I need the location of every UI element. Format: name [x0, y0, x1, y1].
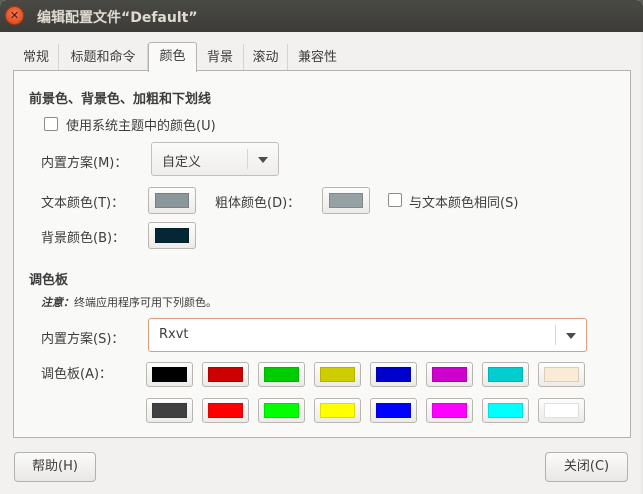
palette-label: 调色板(A)： [41, 367, 113, 382]
tab-scrolling[interactable]: 滚动 [244, 44, 288, 71]
palette-color-button-2-3[interactable] [258, 398, 305, 423]
palette-color-button-2-8[interactable] [538, 398, 585, 423]
palette-color-swatch [264, 403, 299, 418]
palette-color-button-2-5[interactable] [370, 398, 417, 423]
palette-color-swatch [208, 403, 243, 418]
palette-color-button-1-6[interactable] [426, 362, 473, 387]
palette-color-swatch [152, 367, 187, 382]
text-color-button[interactable] [148, 187, 196, 214]
palette-color-button-1-5[interactable] [370, 362, 417, 387]
palette-color-button-2-2[interactable] [202, 398, 249, 423]
window-title: 编辑配置文件“Default” [37, 10, 198, 26]
palette-color-button-1-1[interactable] [146, 362, 193, 387]
tab-colors[interactable]: 颜色 [148, 42, 197, 72]
palette-color-swatch [264, 367, 299, 382]
profile-preferences-dialog: ✕ 编辑配置文件“Default” 常规 标题和命令 颜色 背景 滚动 兼容性 … [0, 0, 643, 494]
palette-color-swatch [488, 367, 523, 382]
palette-color-swatch [320, 367, 355, 382]
tab-general[interactable]: 常规 [14, 44, 59, 71]
palette-color-button-2-7[interactable] [482, 398, 529, 423]
tab-title-and-command[interactable]: 标题和命令 [59, 44, 148, 71]
dropdown-arrow-icon [566, 333, 576, 339]
bg-color-swatch [155, 228, 189, 243]
palette-scheme-combo[interactable]: Rxvt [148, 318, 587, 352]
palette-color-swatch [320, 403, 355, 418]
bg-color-label: 背景颜色(B)： [41, 231, 126, 246]
palette-note-text: 终端应用程序可用下列颜色。 [74, 296, 217, 309]
tab-background[interactable]: 背景 [197, 44, 244, 71]
palette-note-prefix: 注意： [41, 296, 74, 309]
palette-note: 注意：终端应用程序可用下列颜色。 [41, 294, 217, 310]
text-color-label: 文本颜色(T)： [41, 196, 125, 211]
palette-color-button-2-1[interactable] [146, 398, 193, 423]
close-button[interactable]: 关闭(C) [545, 452, 628, 482]
palette-color-button-1-4[interactable] [314, 362, 361, 387]
bold-color-swatch [329, 193, 363, 208]
dropdown-arrow-icon [258, 157, 268, 163]
palette-color-swatch [544, 367, 579, 382]
combo-separator [247, 149, 248, 169]
text-color-swatch [155, 193, 189, 208]
bold-color-button[interactable] [322, 187, 370, 214]
palette-color-swatch [544, 403, 579, 418]
palette-color-button-2-6[interactable] [426, 398, 473, 423]
title-bar: ✕ 编辑配置文件“Default” [0, 0, 643, 32]
builtin-scheme-value: 自定义 [162, 155, 202, 170]
fg-bg-section-heading: 前景色、背景色、加粗和下划线 [29, 92, 212, 107]
help-button[interactable]: 帮助(H) [14, 452, 96, 482]
palette-color-swatch [432, 367, 467, 382]
same-as-text-label: 与文本颜色相同(S) [409, 196, 519, 211]
same-as-text-checkbox[interactable] [388, 193, 402, 207]
palette-color-button-1-7[interactable] [482, 362, 529, 387]
bg-color-button[interactable] [148, 222, 196, 249]
palette-color-swatch [152, 403, 187, 418]
combo-separator [555, 325, 556, 345]
tab-compatibility[interactable]: 兼容性 [288, 44, 347, 71]
palette-color-swatch [208, 367, 243, 382]
palette-color-swatch [376, 367, 411, 382]
colors-panel: 前景色、背景色、加粗和下划线 使用系统主题中的颜色(U) 内置方案(M)： 自定… [13, 70, 631, 438]
bold-color-label: 粗体颜色(D)： [215, 196, 301, 211]
window-close-button[interactable]: ✕ [5, 6, 24, 25]
use-system-theme-label: 使用系统主题中的颜色(U) [66, 119, 216, 134]
palette-color-swatch [432, 403, 467, 418]
use-system-theme-checkbox[interactable] [44, 117, 58, 131]
builtin-scheme-label: 内置方案(M)： [41, 156, 128, 171]
builtin-scheme-combo[interactable]: 自定义 [151, 142, 279, 176]
palette-color-button-1-8[interactable] [538, 362, 585, 387]
palette-color-swatch [488, 403, 523, 418]
palette-section-heading: 调色板 [29, 273, 69, 288]
palette-scheme-value: Rxvt [159, 327, 189, 342]
palette-color-button-1-3[interactable] [258, 362, 305, 387]
palette-color-swatch [376, 403, 411, 418]
palette-color-button-1-2[interactable] [202, 362, 249, 387]
palette-scheme-label: 内置方案(S)： [41, 332, 125, 347]
palette-color-button-2-4[interactable] [314, 398, 361, 423]
